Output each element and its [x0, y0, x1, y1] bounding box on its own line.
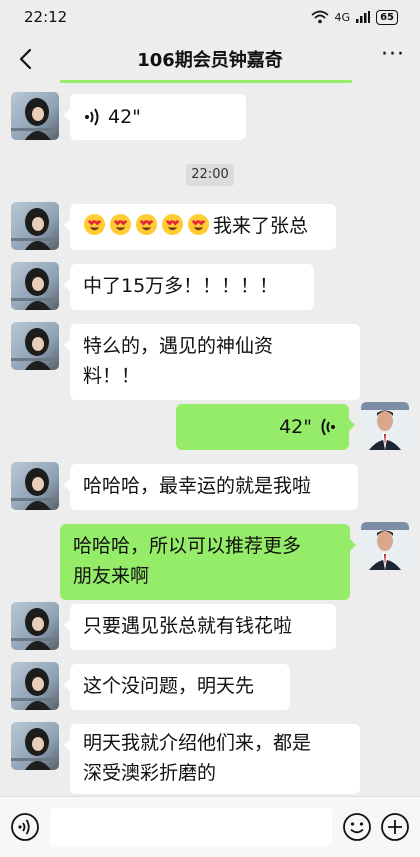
wifi-icon [310, 10, 329, 24]
message-text: 我来了张总 [213, 215, 309, 237]
message-row: 这个没问题，明天先 [0, 662, 420, 712]
voice-wave-icon [85, 108, 99, 126]
more-button[interactable]: ··· [378, 44, 408, 74]
message-input[interactable] [50, 808, 332, 846]
message-row: 我来了张总 [0, 202, 420, 252]
voice-message[interactable]: 42" [176, 404, 355, 450]
message-text-line: 哈哈哈，所以可以推荐更多 [73, 535, 302, 557]
avatar[interactable] [11, 92, 59, 140]
message-text-line: 明天我就介绍他们来，都是 [83, 732, 312, 754]
text-message[interactable]: 特么的，遇见的神仙资 料！！ [64, 324, 360, 400]
text-message[interactable]: 这个没问题，明天先 [64, 664, 290, 710]
message-text-line: 深受澳彩折磨的 [83, 762, 217, 784]
message-text: 哈哈哈，最幸运的就是我啦 [83, 475, 312, 497]
text-message[interactable]: 哈哈哈，最幸运的就是我啦 [64, 464, 358, 510]
more-icon: ··· [381, 42, 405, 67]
avatar[interactable] [11, 722, 59, 770]
status-time: 22:12 [24, 8, 68, 26]
avatar[interactable] [11, 262, 59, 310]
status-bar: 22:12 4G 65 [0, 0, 420, 34]
avatar[interactable] [361, 402, 409, 450]
avatar[interactable] [11, 662, 59, 710]
message-row: 42" [0, 402, 420, 452]
chevron-left-icon [19, 48, 32, 70]
avatar[interactable] [11, 462, 59, 510]
back-button[interactable] [10, 44, 40, 74]
status-icons: 4G 65 [310, 9, 398, 25]
message-row: 哈哈哈，所以可以推荐更多 朋友来啊 [0, 522, 420, 602]
heart-eyes-emoji-icon [161, 213, 184, 236]
text-message[interactable]: 中了15万多！！！！！ [64, 264, 314, 310]
heart-eyes-emoji-icon [83, 213, 106, 236]
heart-eyes-emoji-icon [109, 213, 132, 236]
timestamp: 22:00 [186, 164, 234, 186]
message-row: 哈哈哈，最幸运的就是我啦 [0, 462, 420, 512]
text-message[interactable]: 哈哈哈，所以可以推荐更多 朋友来啊 [60, 524, 356, 600]
plus-icon [381, 813, 409, 841]
message-row: 明天我就介绍他们来，都是 深受澳彩折磨的 [0, 722, 420, 796]
voice-duration: 42" [279, 416, 312, 438]
text-message[interactable]: 我来了张总 [64, 204, 336, 250]
partial-bubble [60, 80, 352, 83]
voice-input-button[interactable] [10, 812, 40, 842]
network-type: 4G [334, 10, 351, 24]
voice-icon [11, 813, 39, 841]
message-text-line: 料！！ [83, 365, 141, 387]
heart-eyes-emoji-icon [187, 213, 210, 236]
voice-duration: 42" [108, 106, 141, 128]
plus-button[interactable] [380, 812, 410, 842]
heart-eyes-emoji-icon [135, 213, 158, 236]
voice-message[interactable]: 42" [64, 94, 246, 140]
avatar[interactable] [11, 322, 59, 370]
message-list[interactable]: 42" 22:00 我来了张总 中了15万多！！！！！ 特么的，遇见的神仙资 料… [0, 84, 420, 796]
avatar[interactable] [361, 522, 409, 570]
text-message[interactable]: 只要遇见张总就有钱花啦 [64, 604, 336, 650]
emoji-icon [343, 813, 371, 841]
chat-header: 106期会员钟嘉奇 ··· [0, 34, 420, 84]
message-text-line: 特么的，遇见的神仙资 [83, 335, 274, 357]
message-text: 中了15万多！！！！！ [83, 275, 279, 297]
message-text: 这个没问题，明天先 [83, 675, 255, 697]
text-message[interactable]: 明天我就介绍他们来，都是 深受澳彩折磨的 [64, 724, 360, 794]
chat-title: 106期会员钟嘉奇 [137, 50, 283, 71]
input-bar [0, 796, 420, 857]
avatar[interactable] [11, 202, 59, 250]
message-row: 中了15万多！！！！！ [0, 262, 420, 312]
battery-level: 65 [376, 9, 398, 25]
avatar[interactable] [11, 602, 59, 650]
message-row: 特么的，遇见的神仙资 料！！ [0, 322, 420, 412]
message-text-line: 朋友来啊 [73, 565, 150, 587]
emoji-button[interactable] [342, 812, 372, 842]
signal-icon [356, 11, 371, 23]
message-text: 只要遇见张总就有钱花啦 [83, 615, 293, 637]
voice-wave-icon [321, 418, 335, 436]
message-row: 只要遇见张总就有钱花啦 [0, 602, 420, 652]
message-row: 42" [0, 92, 420, 142]
